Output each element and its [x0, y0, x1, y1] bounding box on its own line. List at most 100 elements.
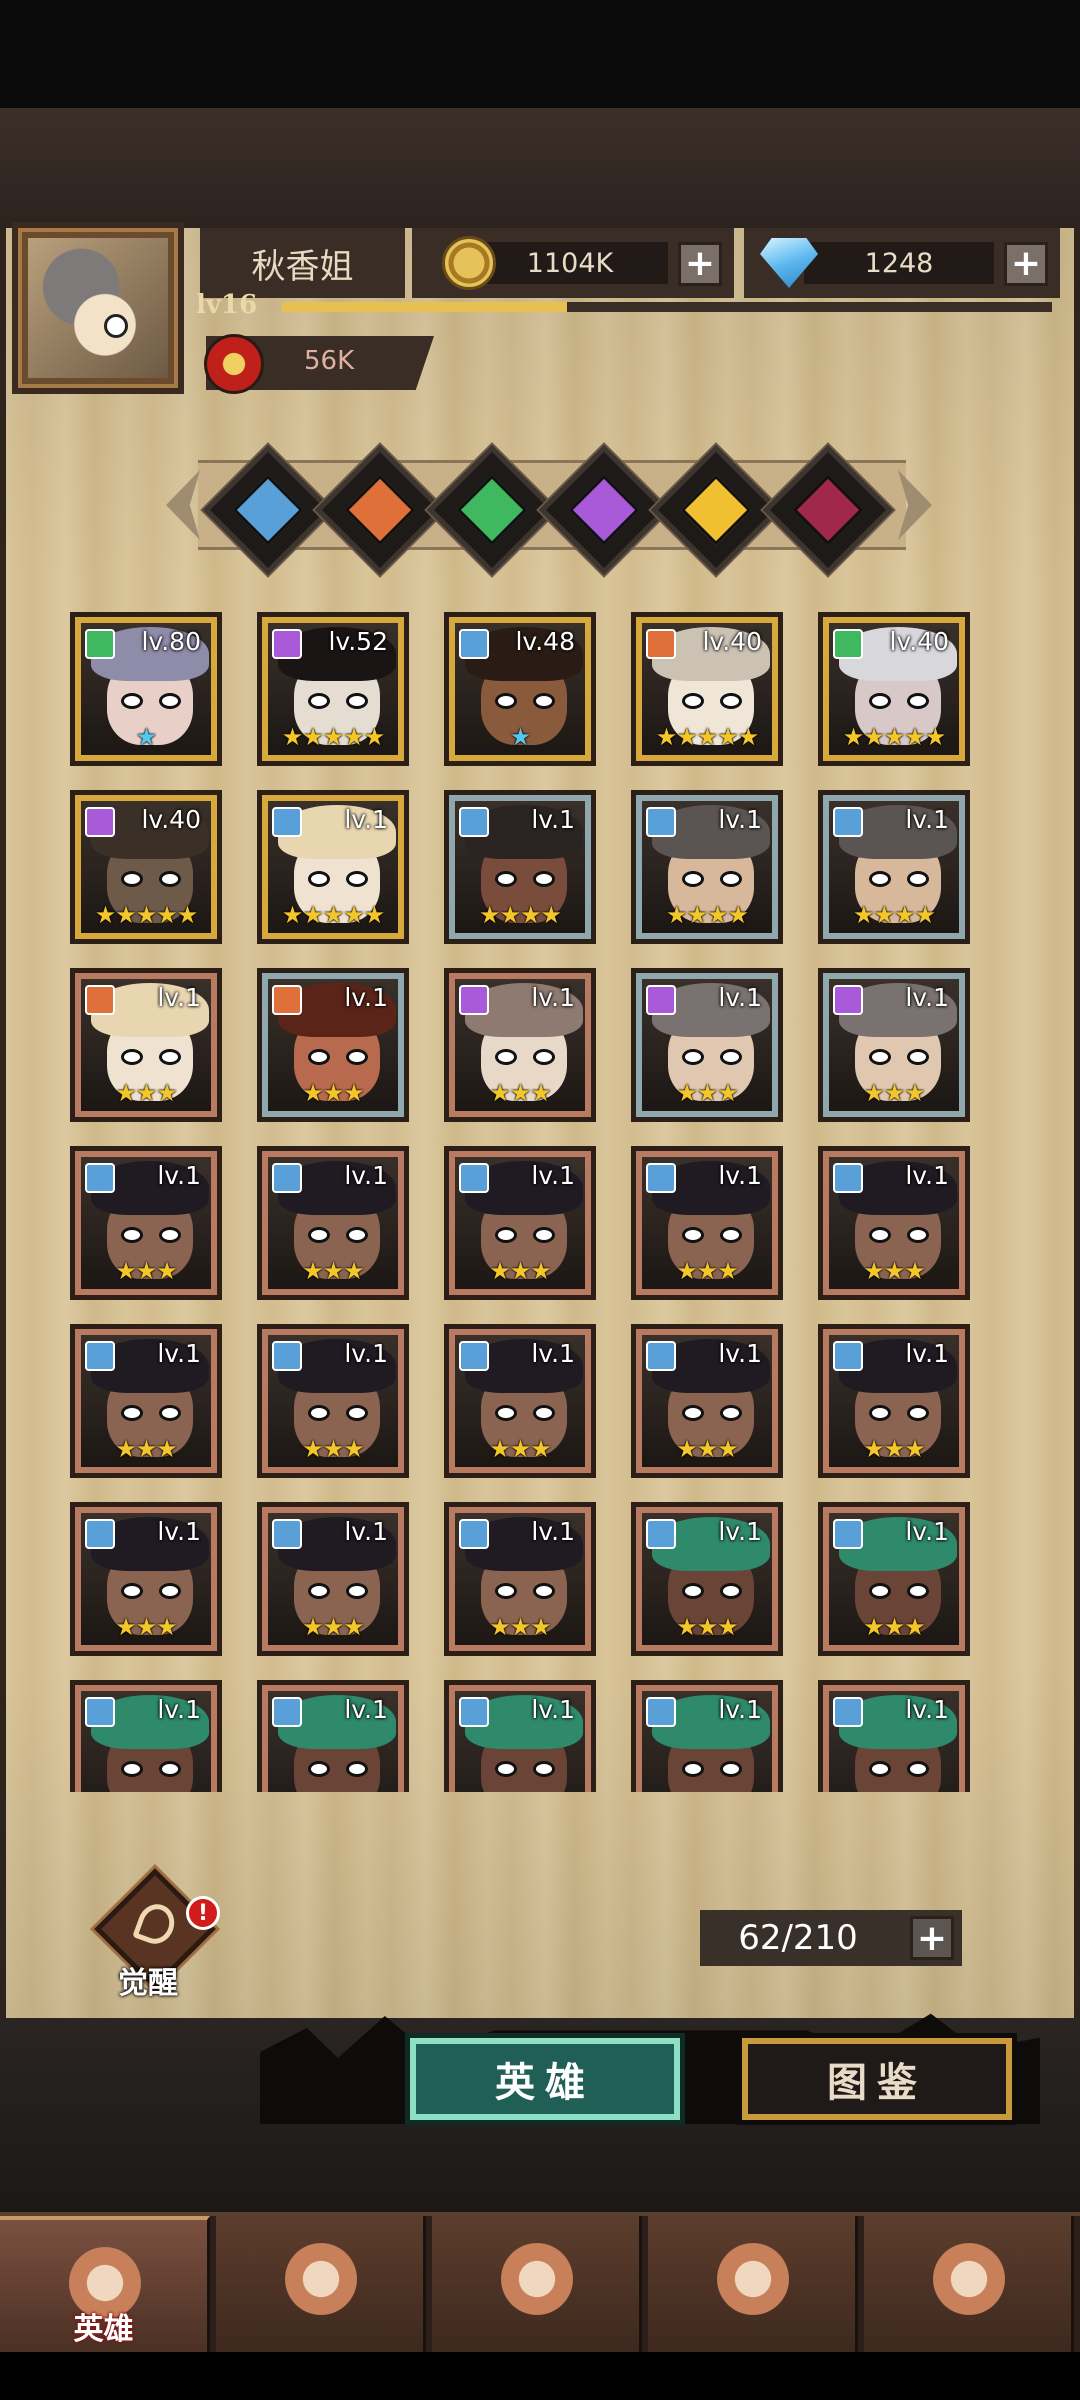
hero-card[interactable]: lv.1 ★★★	[444, 1502, 596, 1656]
gem-counter: 1248 +	[744, 228, 1060, 298]
hero-card[interactable]: lv.1 ★★★	[257, 1324, 409, 1478]
hero-card[interactable]: lv.1 ★★★★★	[257, 790, 409, 944]
hero-card[interactable]: lv.1 ★★★	[444, 968, 596, 1122]
hero-level: lv.1	[344, 805, 388, 834]
hero-level: lv.1	[905, 1339, 949, 1368]
hero-eye	[159, 1583, 181, 1599]
hero-card-inner: lv.1 ★★★	[268, 1157, 398, 1289]
hero-eye	[346, 1761, 368, 1777]
hero-card[interactable]: lv.1	[444, 1680, 596, 1792]
element-icon	[459, 1163, 489, 1193]
hero-eye	[346, 1405, 368, 1421]
element-icon	[272, 629, 302, 659]
hero-card-inner: lv.1 ★★★★	[455, 801, 585, 933]
hero-eye	[121, 871, 143, 887]
hero-card[interactable]: lv.1	[70, 1680, 222, 1792]
hero-card[interactable]: lv.1 ★★★	[818, 1502, 970, 1656]
hero-eye	[869, 693, 891, 709]
guild-handshake-icon	[926, 2238, 1012, 2320]
hero-stars: ★	[509, 723, 532, 751]
gold-amount: 1104K	[472, 242, 668, 284]
hero-card[interactable]: lv.1 ★★★	[257, 968, 409, 1122]
hero-card-inner: lv.40 ★★★★★	[81, 801, 211, 933]
hero-card[interactable]: lv.1 ★★★	[818, 968, 970, 1122]
hero-card[interactable]: lv.1 ★★★	[257, 1146, 409, 1300]
header-wood-band	[0, 108, 1080, 228]
hero-card[interactable]: lv.1	[631, 1680, 783, 1792]
hero-eye	[682, 1227, 704, 1243]
element-icon	[85, 1519, 115, 1549]
element-icon	[85, 629, 115, 659]
hero-eye	[533, 1761, 555, 1777]
hero-card[interactable]: lv.40 ★★★★★	[70, 790, 222, 944]
hero-card-inner: lv.1 ★★★	[642, 1335, 772, 1467]
hero-card[interactable]: lv.1 ★★★	[631, 968, 783, 1122]
hero-stars: ★★★	[676, 1079, 739, 1107]
hero-eye	[121, 1227, 143, 1243]
avatar-portrait	[28, 238, 168, 378]
hero-level: lv.1	[531, 983, 575, 1012]
expand-capacity-button[interactable]: +	[910, 1916, 954, 1960]
hero-card[interactable]: lv.1 ★★★	[818, 1324, 970, 1478]
hero-card[interactable]: lv.1 ★★★	[444, 1146, 596, 1300]
hero-card[interactable]: lv.52 ★★★★★	[257, 612, 409, 766]
nav-guild-handshake[interactable]	[864, 2216, 1074, 2356]
crossed-swords-icon	[494, 2238, 580, 2320]
hero-card-inner: lv.1 ★★★	[829, 1335, 959, 1467]
hero-level: lv.1	[531, 805, 575, 834]
hero-card[interactable]: lv.1 ★★★★	[631, 790, 783, 944]
hero-card-inner: lv.48 ★	[455, 623, 585, 755]
hero-card[interactable]: lv.1 ★★★	[70, 1146, 222, 1300]
add-gems-button[interactable]: +	[1004, 242, 1048, 286]
hero-card[interactable]: lv.1 ★★★	[70, 968, 222, 1122]
faction-color	[680, 474, 752, 546]
element-icon	[833, 1341, 863, 1371]
hero-card[interactable]: lv.1 ★★★	[257, 1502, 409, 1656]
hero-eye	[682, 871, 704, 887]
nav-banner[interactable]	[216, 2216, 426, 2356]
hero-level: lv.1	[905, 983, 949, 1012]
player-avatar[interactable]	[12, 222, 184, 394]
hero-grid[interactable]: lv.80 ★ lv.52 ★★★★★ lv.48 ★ lv.40 ★★★★★ lv.40 ★★★…	[70, 612, 1010, 1792]
alert-badge: !	[186, 1896, 220, 1930]
hero-card[interactable]: lv.40 ★★★★★	[631, 612, 783, 766]
hero-eye	[533, 1049, 555, 1065]
hero-card[interactable]: lv.48 ★	[444, 612, 596, 766]
hero-card[interactable]: lv.1 ★★★	[70, 1324, 222, 1478]
hero-level: lv.52	[328, 627, 388, 656]
nav-helmet[interactable]: 英雄	[0, 2216, 210, 2356]
hero-card[interactable]: lv.1 ★★★	[70, 1502, 222, 1656]
hero-stars: ★★★★★	[281, 901, 386, 929]
hero-level: lv.1	[157, 1339, 201, 1368]
hero-level: lv.1	[718, 1517, 762, 1546]
hero-card[interactable]: lv.1 ★★★★	[818, 790, 970, 944]
nav-crossed-swords[interactable]	[432, 2216, 642, 2356]
awaken-button[interactable]: 觉醒 !	[94, 1868, 220, 2001]
hero-eye	[308, 871, 330, 887]
hero-card[interactable]: lv.1 ★★★	[818, 1146, 970, 1300]
add-gold-button[interactable]: +	[678, 242, 722, 286]
hero-eye	[907, 1583, 929, 1599]
hero-eye	[346, 1227, 368, 1243]
hero-stars: ★★★	[115, 1435, 178, 1463]
hero-card-inner: lv.1 ★★★	[268, 1335, 398, 1467]
element-icon	[646, 629, 676, 659]
hero-card[interactable]: lv.1 ★★★	[631, 1146, 783, 1300]
tab-heroes[interactable]: 英雄	[410, 2038, 680, 2120]
hero-card[interactable]: lv.1 ★★★	[631, 1502, 783, 1656]
hero-stars: ★★★	[489, 1613, 552, 1641]
hero-card[interactable]: lv.1 ★★★★	[444, 790, 596, 944]
hero-eye	[682, 1583, 704, 1599]
hero-card[interactable]: lv.80 ★	[70, 612, 222, 766]
hero-card[interactable]: lv.40 ★★★★★	[818, 612, 970, 766]
hero-card[interactable]: lv.1 ★★★	[631, 1324, 783, 1478]
hero-card-inner: lv.1 ★★★	[455, 1335, 585, 1467]
element-icon	[646, 985, 676, 1015]
hero-card[interactable]: lv.1	[257, 1680, 409, 1792]
hero-card[interactable]: lv.1	[818, 1680, 970, 1792]
hero-level: lv.1	[905, 1517, 949, 1546]
tab-codex[interactable]: 图鉴	[742, 2038, 1012, 2120]
hero-card[interactable]: lv.1 ★★★	[444, 1324, 596, 1478]
nav-castle[interactable]	[648, 2216, 858, 2356]
hero-card-inner: lv.1 ★★★	[81, 1157, 211, 1289]
